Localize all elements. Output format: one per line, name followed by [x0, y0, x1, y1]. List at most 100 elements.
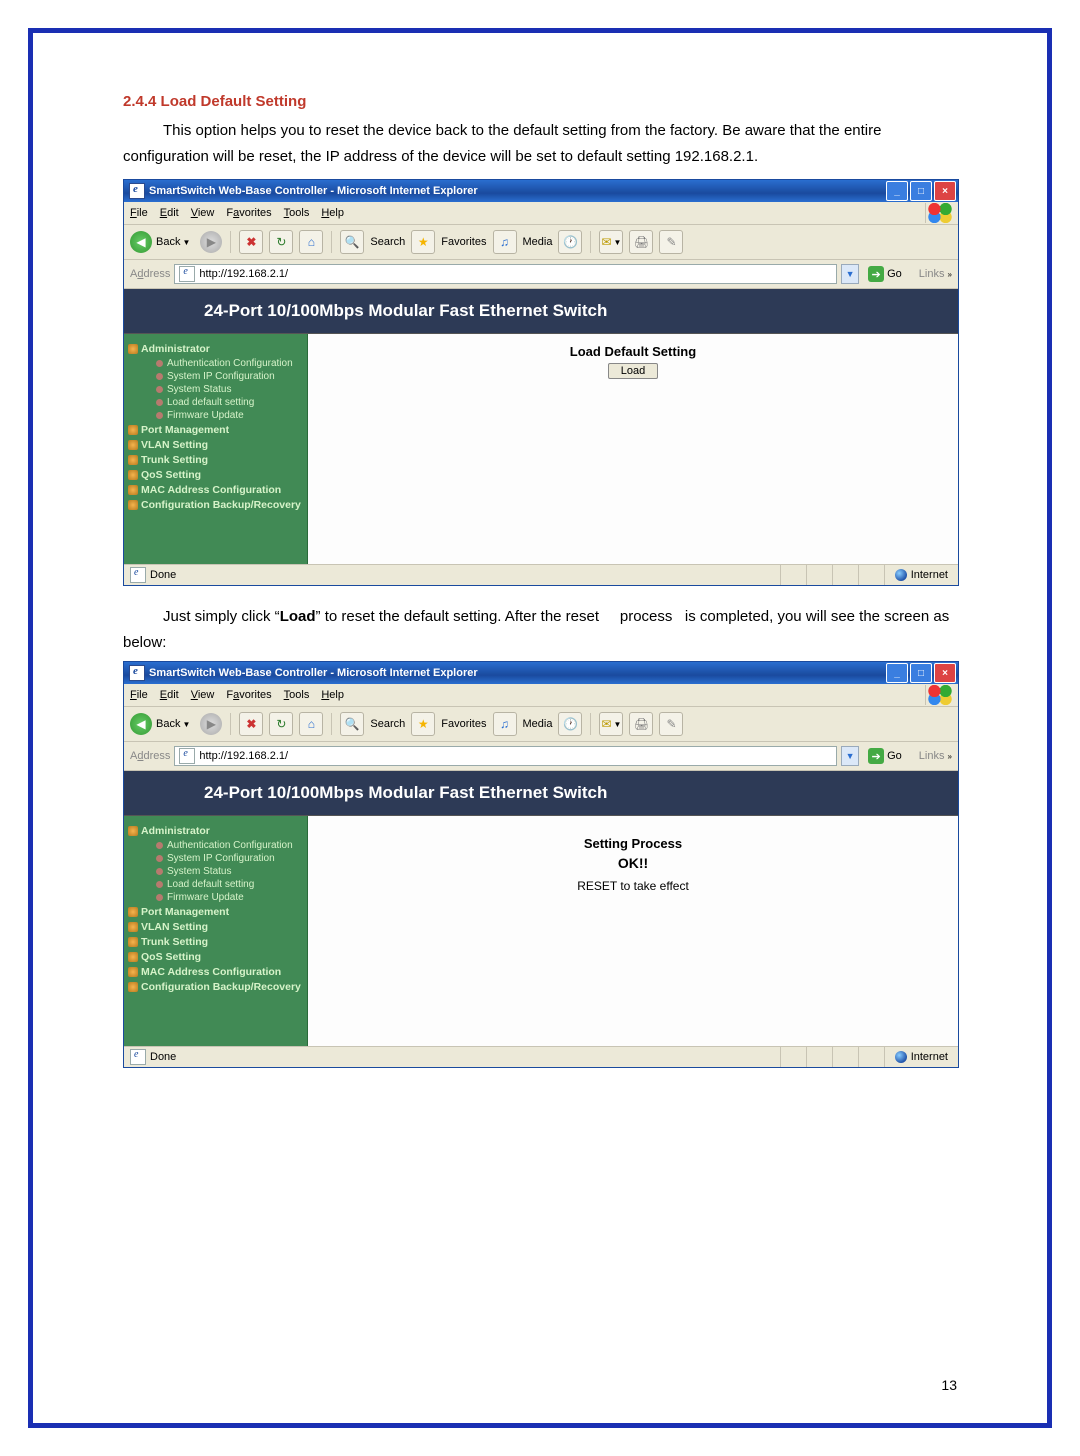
sidebar-section-trunk[interactable]: Trunk Setting [128, 936, 303, 948]
zone-label: Internet [911, 569, 948, 581]
toolbar-separator [331, 713, 332, 735]
sidebar: Administrator Authentication Configurati… [124, 816, 308, 1046]
sidebar-section-administrator[interactable]: Administrator [128, 343, 303, 355]
history-icon[interactable]: 🕐 [558, 230, 582, 254]
sidebar-item-auth[interactable]: Authentication Configuration [156, 840, 303, 851]
sidebar-section-port[interactable]: Port Management [128, 424, 303, 436]
back-button[interactable]: Back▼ [156, 718, 190, 730]
ie-icon [129, 183, 145, 199]
close-button[interactable]: × [934, 663, 956, 683]
refresh-icon[interactable]: ↻ [269, 712, 293, 736]
media-icon[interactable]: ♫ [493, 230, 517, 254]
mail-icon[interactable]: ✉▼ [599, 712, 623, 736]
sidebar-section-vlan[interactable]: VLAN Setting [128, 439, 303, 451]
sidebar-section-mac[interactable]: MAC Address Configuration [128, 484, 303, 496]
minimize-button[interactable]: _ [886, 663, 908, 683]
history-icon[interactable]: 🕐 [558, 712, 582, 736]
home-icon[interactable]: ⌂ [299, 230, 323, 254]
ie-window-ok: SmartSwitch Web-Base Controller - Micros… [123, 661, 959, 1068]
sidebar-item-sysstatus[interactable]: System Status [156, 384, 303, 395]
sidebar-section-qos[interactable]: QoS Setting [128, 469, 303, 481]
print-icon[interactable]: 🖨 [629, 712, 653, 736]
sidebar-section-vlan[interactable]: VLAN Setting [128, 921, 303, 933]
address-input[interactable]: http://192.168.2.1/ [174, 746, 837, 766]
sidebar-section-trunk[interactable]: Trunk Setting [128, 454, 303, 466]
done-icon [130, 1049, 146, 1065]
home-icon[interactable]: ⌂ [299, 712, 323, 736]
menu-edit[interactable]: Edit [160, 207, 179, 219]
maximize-button[interactable]: □ [910, 181, 932, 201]
address-dropdown-icon[interactable]: ▼ [841, 746, 859, 766]
toolbar-separator [230, 713, 231, 735]
menu-file[interactable]: File [130, 689, 148, 701]
sidebar-item-sysstatus[interactable]: System Status [156, 866, 303, 877]
favorites-icon[interactable]: ★ [411, 230, 435, 254]
sidebar-item-sysip[interactable]: System IP Configuration [156, 371, 303, 382]
print-icon[interactable]: 🖨 [629, 230, 653, 254]
sidebar-item-auth[interactable]: Authentication Configuration [156, 358, 303, 369]
stop-icon[interactable]: ✖ [239, 712, 263, 736]
app-banner: 24-Port 10/100Mbps Modular Fast Ethernet… [124, 289, 958, 334]
favorites-icon[interactable]: ★ [411, 712, 435, 736]
refresh-icon[interactable]: ↻ [269, 230, 293, 254]
sidebar-section-mac[interactable]: MAC Address Configuration [128, 966, 303, 978]
back-button-icon[interactable]: ◀ [130, 713, 152, 735]
maximize-button[interactable]: □ [910, 663, 932, 683]
sidebar-item-loaddefault[interactable]: Load default setting [156, 879, 303, 890]
edit-icon[interactable]: ✎ [659, 712, 683, 736]
go-icon: ➔ [868, 748, 884, 764]
menu-file[interactable]: File [130, 207, 148, 219]
media-icon[interactable]: ♫ [493, 712, 517, 736]
search-label[interactable]: Search [370, 236, 405, 248]
search-icon[interactable]: 🔍 [340, 712, 364, 736]
edit-icon[interactable]: ✎ [659, 230, 683, 254]
go-button[interactable]: ➔ Go [863, 265, 907, 283]
mail-icon[interactable]: ✉▼ [599, 230, 623, 254]
menu-favorites[interactable]: Favorites [226, 207, 271, 219]
content-pane-load: Load Default Setting Load [308, 334, 958, 564]
address-dropdown-icon[interactable]: ▼ [841, 264, 859, 284]
menu-view[interactable]: View [191, 689, 215, 701]
zone-label: Internet [911, 1051, 948, 1063]
load-button[interactable]: Load [608, 363, 658, 379]
links-label[interactable]: Links » [919, 750, 952, 762]
menu-help[interactable]: Help [321, 689, 344, 701]
menu-edit[interactable]: Edit [160, 689, 179, 701]
media-label[interactable]: Media [523, 718, 553, 730]
sidebar-item-loaddefault[interactable]: Load default setting [156, 397, 303, 408]
back-button-icon[interactable]: ◀ [130, 231, 152, 253]
ie-titlebar: SmartSwitch Web-Base Controller - Micros… [124, 662, 958, 684]
setting-process-title: Setting Process [318, 836, 948, 851]
sidebar-section-port[interactable]: Port Management [128, 906, 303, 918]
menu-view[interactable]: View [191, 207, 215, 219]
close-button[interactable]: × [934, 181, 956, 201]
menu-tools[interactable]: Tools [284, 207, 310, 219]
search-label[interactable]: Search [370, 718, 405, 730]
sidebar-item-sysip[interactable]: System IP Configuration [156, 853, 303, 864]
go-button[interactable]: ➔ Go [863, 747, 907, 765]
minimize-button[interactable]: _ [886, 181, 908, 201]
ie-statusbar: Done Internet [124, 1046, 958, 1067]
favorites-label[interactable]: Favorites [441, 236, 486, 248]
forward-button-icon[interactable]: ▶ [200, 231, 222, 253]
stop-icon[interactable]: ✖ [239, 230, 263, 254]
address-input[interactable]: http://192.168.2.1/ [174, 264, 837, 284]
menu-help[interactable]: Help [321, 207, 344, 219]
links-label[interactable]: Links » [919, 268, 952, 280]
ie-window-title: SmartSwitch Web-Base Controller - Micros… [149, 185, 886, 197]
sidebar-section-administrator[interactable]: Administrator [128, 825, 303, 837]
search-icon[interactable]: 🔍 [340, 230, 364, 254]
sidebar-section-qos[interactable]: QoS Setting [128, 951, 303, 963]
sidebar-section-backup[interactable]: Configuration Backup/Recovery [128, 981, 303, 993]
menu-tools[interactable]: Tools [284, 689, 310, 701]
forward-button-icon[interactable]: ▶ [200, 713, 222, 735]
content-title: Load Default Setting [318, 344, 948, 359]
sidebar-section-backup[interactable]: Configuration Backup/Recovery [128, 499, 303, 511]
back-button[interactable]: Back▼ [156, 236, 190, 248]
sidebar-item-firmware[interactable]: Firmware Update [156, 892, 303, 903]
menu-favorites[interactable]: Favorites [226, 689, 271, 701]
favorites-label[interactable]: Favorites [441, 718, 486, 730]
media-label[interactable]: Media [523, 236, 553, 248]
sidebar-item-firmware[interactable]: Firmware Update [156, 410, 303, 421]
address-value: http://192.168.2.1/ [199, 268, 288, 280]
